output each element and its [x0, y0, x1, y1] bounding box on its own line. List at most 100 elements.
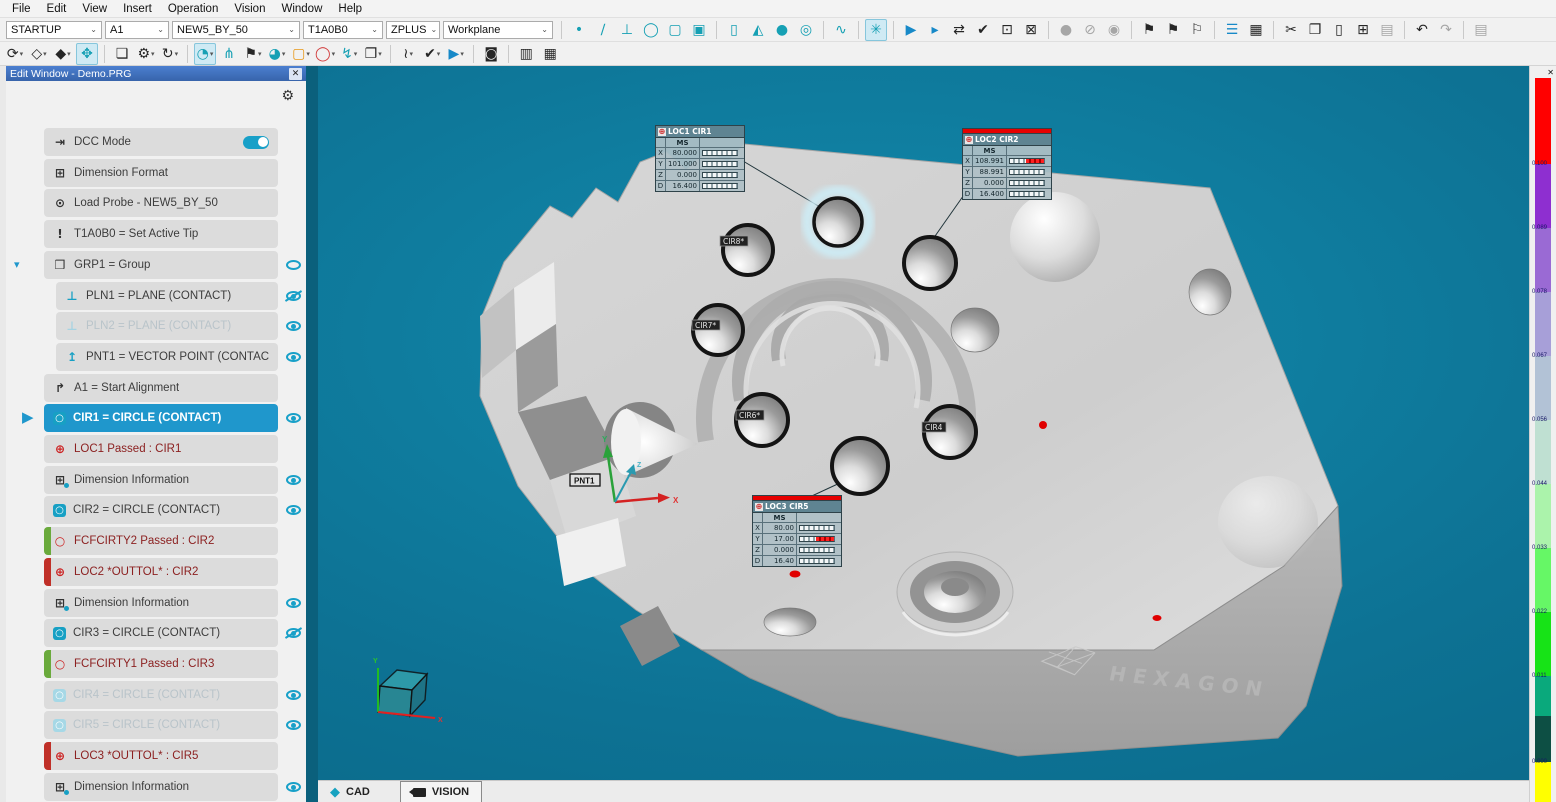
print-icon[interactable]: ▤ — [1470, 19, 1492, 41]
rotate-part-icon[interactable]: ↻▾ — [159, 43, 181, 65]
execute-feature-icon[interactable]: ▶▾ — [445, 43, 467, 65]
graphic-report-icon[interactable]: ▦ — [539, 43, 561, 65]
menu-window[interactable]: Window — [273, 2, 330, 16]
marked-sets-icon[interactable]: ⊡ — [996, 19, 1018, 41]
tree-item-cir2-circle-contact[interactable]: ○CIR2 = CIRCLE (CONTACT) — [44, 496, 278, 524]
sphere-feature-icon[interactable]: ● — [771, 19, 793, 41]
tag-cir7[interactable]: CIR7* — [692, 320, 720, 330]
cone-feature-icon[interactable]: ◭ — [747, 19, 769, 41]
eye-visible-icon[interactable] — [286, 352, 301, 362]
curve-feature-icon[interactable]: ∿ — [830, 19, 852, 41]
wireframe-view-icon[interactable]: ◇▾ — [28, 43, 50, 65]
execute-from-cursor-icon[interactable]: ▸ — [924, 19, 946, 41]
gage-square-icon[interactable]: ▢▾ — [290, 43, 312, 65]
quick-feature-icon[interactable]: ↯▾ — [338, 43, 360, 65]
eye-hidden-icon[interactable] — [286, 628, 301, 638]
dropdown-tip[interactable]: T1A0B0⌄ — [303, 21, 383, 39]
dropdown-workplane[interactable]: Workplane⌄ — [443, 21, 553, 39]
bookmark-insert-icon[interactable]: ⚑ — [1162, 19, 1184, 41]
gage-circle-icon[interactable]: ◯▾ — [314, 43, 336, 65]
tag-cir6[interactable]: CIR6* — [736, 410, 764, 420]
tree-item-grp1-group[interactable]: ❒GRP1 = Group — [44, 251, 278, 279]
eye-visible-icon[interactable] — [286, 260, 301, 270]
tree-item-fcfcirty2-passed-cir2[interactable]: ○FCFCIRTY2 Passed : CIR2 — [44, 527, 278, 555]
tree-item-pln2-plane-contact[interactable]: ⊥PLN2 = PLANE (CONTACT) — [56, 312, 278, 340]
circle-feature-icon[interactable]: ◯ — [640, 19, 662, 41]
menu-insert[interactable]: Insert — [115, 2, 160, 16]
point-feature-icon[interactable]: • — [568, 19, 590, 41]
eye-visible-icon[interactable] — [286, 505, 301, 515]
snapshot-icon[interactable]: ◙ — [480, 43, 502, 65]
done-icon[interactable]: ✔ — [972, 19, 994, 41]
dropdown-alignment[interactable]: A1⌄ — [105, 21, 169, 39]
c5-feature[interactable] — [832, 438, 888, 494]
plane-feature-icon[interactable]: ⊥ — [616, 19, 638, 41]
dcc-mode-toggle[interactable] — [243, 136, 269, 149]
sphere-mode-icon[interactable]: ◕▾ — [266, 43, 288, 65]
square-slot-feature-icon[interactable]: ▣ — [688, 19, 710, 41]
eye-visible-icon[interactable] — [286, 782, 301, 792]
tree-item-cir4-circle-contact[interactable]: ○CIR4 = CIRCLE (CONTACT) — [44, 681, 278, 709]
menu-operation[interactable]: Operation — [160, 2, 227, 16]
dimension-label-loc2-cir2[interactable]: ⊕LOC2 CIR2MSX108.991Y88.991Z0.000D16.400 — [962, 128, 1052, 200]
measurement-strategy-icon[interactable]: ≀▾ — [397, 43, 419, 65]
cut-icon[interactable]: ✂ — [1280, 19, 1302, 41]
edit-window-titlebar[interactable]: Edit Window - Demo.PRG ✕ — [6, 66, 306, 81]
eye-visible-icon[interactable] — [286, 720, 301, 730]
pan-view-icon[interactable]: ✥ — [76, 43, 98, 65]
tab-vision[interactable]: VISION — [400, 781, 482, 802]
tree-item-dimension-information[interactable]: ⊞Dimension Information — [44, 773, 278, 801]
tree-item-loc2-outtol-cir2[interactable]: ⊕LOC2 *OUTTOL* : CIR2 — [44, 558, 278, 586]
tree-item-a1-start-alignment[interactable]: ↱A1 = Start Alignment — [44, 374, 278, 402]
panel-splitter[interactable] — [306, 66, 318, 802]
dropdown-workplane-axis[interactable]: ZPLUS⌄ — [386, 21, 440, 39]
redo-icon[interactable]: ↷ — [1435, 19, 1457, 41]
tree-item-cir1-circle-contact[interactable]: ○CIR1 = CIRCLE (CONTACT) — [44, 404, 278, 432]
multiple-copy-icon[interactable]: ❐▾ — [362, 43, 384, 65]
dropdown-startup[interactable]: STARTUP⌄ — [6, 21, 102, 39]
clipboard-icon[interactable]: ▤ — [1376, 19, 1398, 41]
close-icon[interactable]: ✕ — [289, 68, 302, 80]
paste-icon[interactable]: ▯ — [1328, 19, 1350, 41]
round-slot-feature-icon[interactable]: ▢ — [664, 19, 686, 41]
solid-view-icon[interactable]: ◆▾ — [52, 43, 74, 65]
command-mode-icon[interactable]: ▦ — [1245, 19, 1267, 41]
tree-item-pln1-plane-contact[interactable]: ⊥PLN1 = PLANE (CONTACT) — [56, 282, 278, 310]
tree-item-loc3-outtol-cir5[interactable]: ⊕LOC3 *OUTTOL* : CIR5 — [44, 742, 278, 770]
clear-marked-icon[interactable]: ⊠ — [1020, 19, 1042, 41]
tree-item-dimension-information[interactable]: ⊞Dimension Information — [44, 589, 278, 617]
tag-cir4[interactable]: CIR4 — [922, 422, 946, 432]
tree-item-load-probe-new5-by-50[interactable]: ⊙Load Probe - NEW5_BY_50 — [44, 189, 278, 217]
tree-item-pnt1-vector-point-contact[interactable]: ↥PNT1 = VECTOR POINT (CONTACT) — [56, 343, 278, 371]
eye-visible-icon[interactable] — [286, 598, 301, 608]
cancel-execution-icon[interactable]: ⊘ — [1079, 19, 1101, 41]
line-feature-icon[interactable]: ∕ — [592, 19, 614, 41]
menu-vision[interactable]: Vision — [226, 2, 273, 16]
eye-hidden-icon[interactable] — [286, 291, 301, 301]
cad-view[interactable]: HEXAGON — [318, 66, 1530, 780]
cir1-feature[interactable] — [814, 198, 862, 246]
tree-item-dcc-mode[interactable]: ⇥DCC Mode — [44, 128, 278, 156]
dimension-label-loc1-cir1[interactable]: ⊕LOC1 CIR1MSX80.000Y101.000Z0.000D16.400 — [655, 125, 745, 192]
cir8-feature[interactable] — [723, 225, 773, 275]
feature-options-icon[interactable]: ⚑▾ — [242, 43, 264, 65]
comment-icon[interactable]: ❏ — [111, 43, 133, 65]
orientation-cube[interactable]: Y X — [373, 658, 443, 724]
execute-program-icon[interactable]: ▶ — [900, 19, 922, 41]
undo-icon[interactable]: ↶ — [1411, 19, 1433, 41]
optimize-path-icon[interactable]: ⚙▾ — [135, 43, 157, 65]
torus-feature-icon[interactable]: ◎ — [795, 19, 817, 41]
dropdown-probe[interactable]: NEW5_BY_50⌄ — [172, 21, 300, 39]
tag-cir8[interactable]: CIR8* — [720, 236, 748, 246]
eye-visible-icon[interactable] — [286, 321, 301, 331]
menu-edit[interactable]: Edit — [39, 2, 75, 16]
eye-visible-icon[interactable] — [286, 690, 301, 700]
tree-item-cir3-circle-contact[interactable]: ○CIR3 = CIRCLE (CONTACT) — [44, 619, 278, 647]
cir2-feature[interactable] — [904, 237, 956, 289]
close-icon[interactable]: ✕ — [1547, 68, 1554, 77]
paste-special-icon[interactable]: ⊞ — [1352, 19, 1374, 41]
continue-execution-icon[interactable]: ◉ — [1103, 19, 1125, 41]
auto-feature-icon[interactable]: ✳ — [865, 19, 887, 41]
tree-item-t1a0b0-set-active-tip[interactable]: !T1A0B0 = Set Active Tip — [44, 220, 278, 248]
probe-mode-icon[interactable]: ◔▾ — [194, 43, 216, 65]
